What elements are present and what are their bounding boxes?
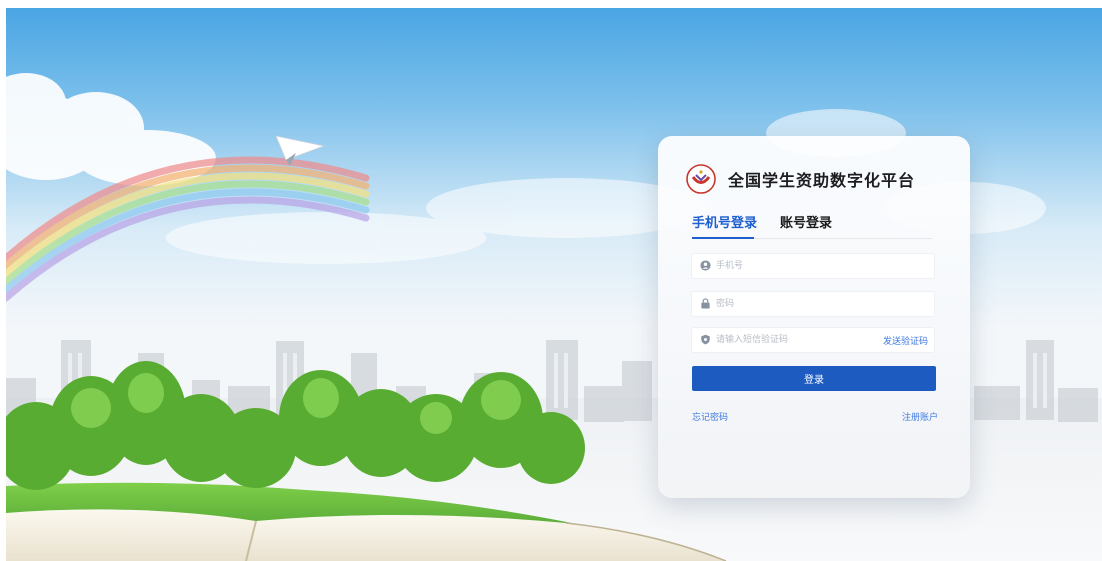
phone-input[interactable] [716,254,926,278]
user-icon [700,260,711,271]
login-card: 全国学生资助数字化平台 手机号登录 账号登录 手机号 请输入短信验证码 发送验证… [658,136,970,498]
tab-account-login[interactable]: 账号登录 [780,212,832,231]
logo-icon [686,164,716,194]
login-button[interactable]: 登录 [692,366,936,391]
register-link[interactable]: 注册账户 [902,410,938,423]
forgot-password-link[interactable]: 忘记密码 [692,410,728,423]
shield-icon [701,334,710,345]
login-page: 全国学生资助数字化平台 手机号登录 账号登录 手机号 请输入短信验证码 发送验证… [6,8,1102,561]
password-field [692,292,934,316]
password-input[interactable] [716,292,926,316]
active-tab-indicator [692,237,754,239]
sms-code-field: 发送验证码 [692,328,934,352]
sms-code-input[interactable] [716,328,866,352]
login-tabs: 手机号登录 账号登录 [692,208,932,239]
platform-title: 全国学生资助数字化平台 [728,171,916,190]
phone-field [692,254,934,278]
send-code-button[interactable]: 发送验证码 [883,334,928,347]
lock-icon [701,298,710,309]
brand: 全国学生资助数字化平台 [686,164,915,194]
tab-phone-login[interactable]: 手机号登录 [692,212,757,231]
